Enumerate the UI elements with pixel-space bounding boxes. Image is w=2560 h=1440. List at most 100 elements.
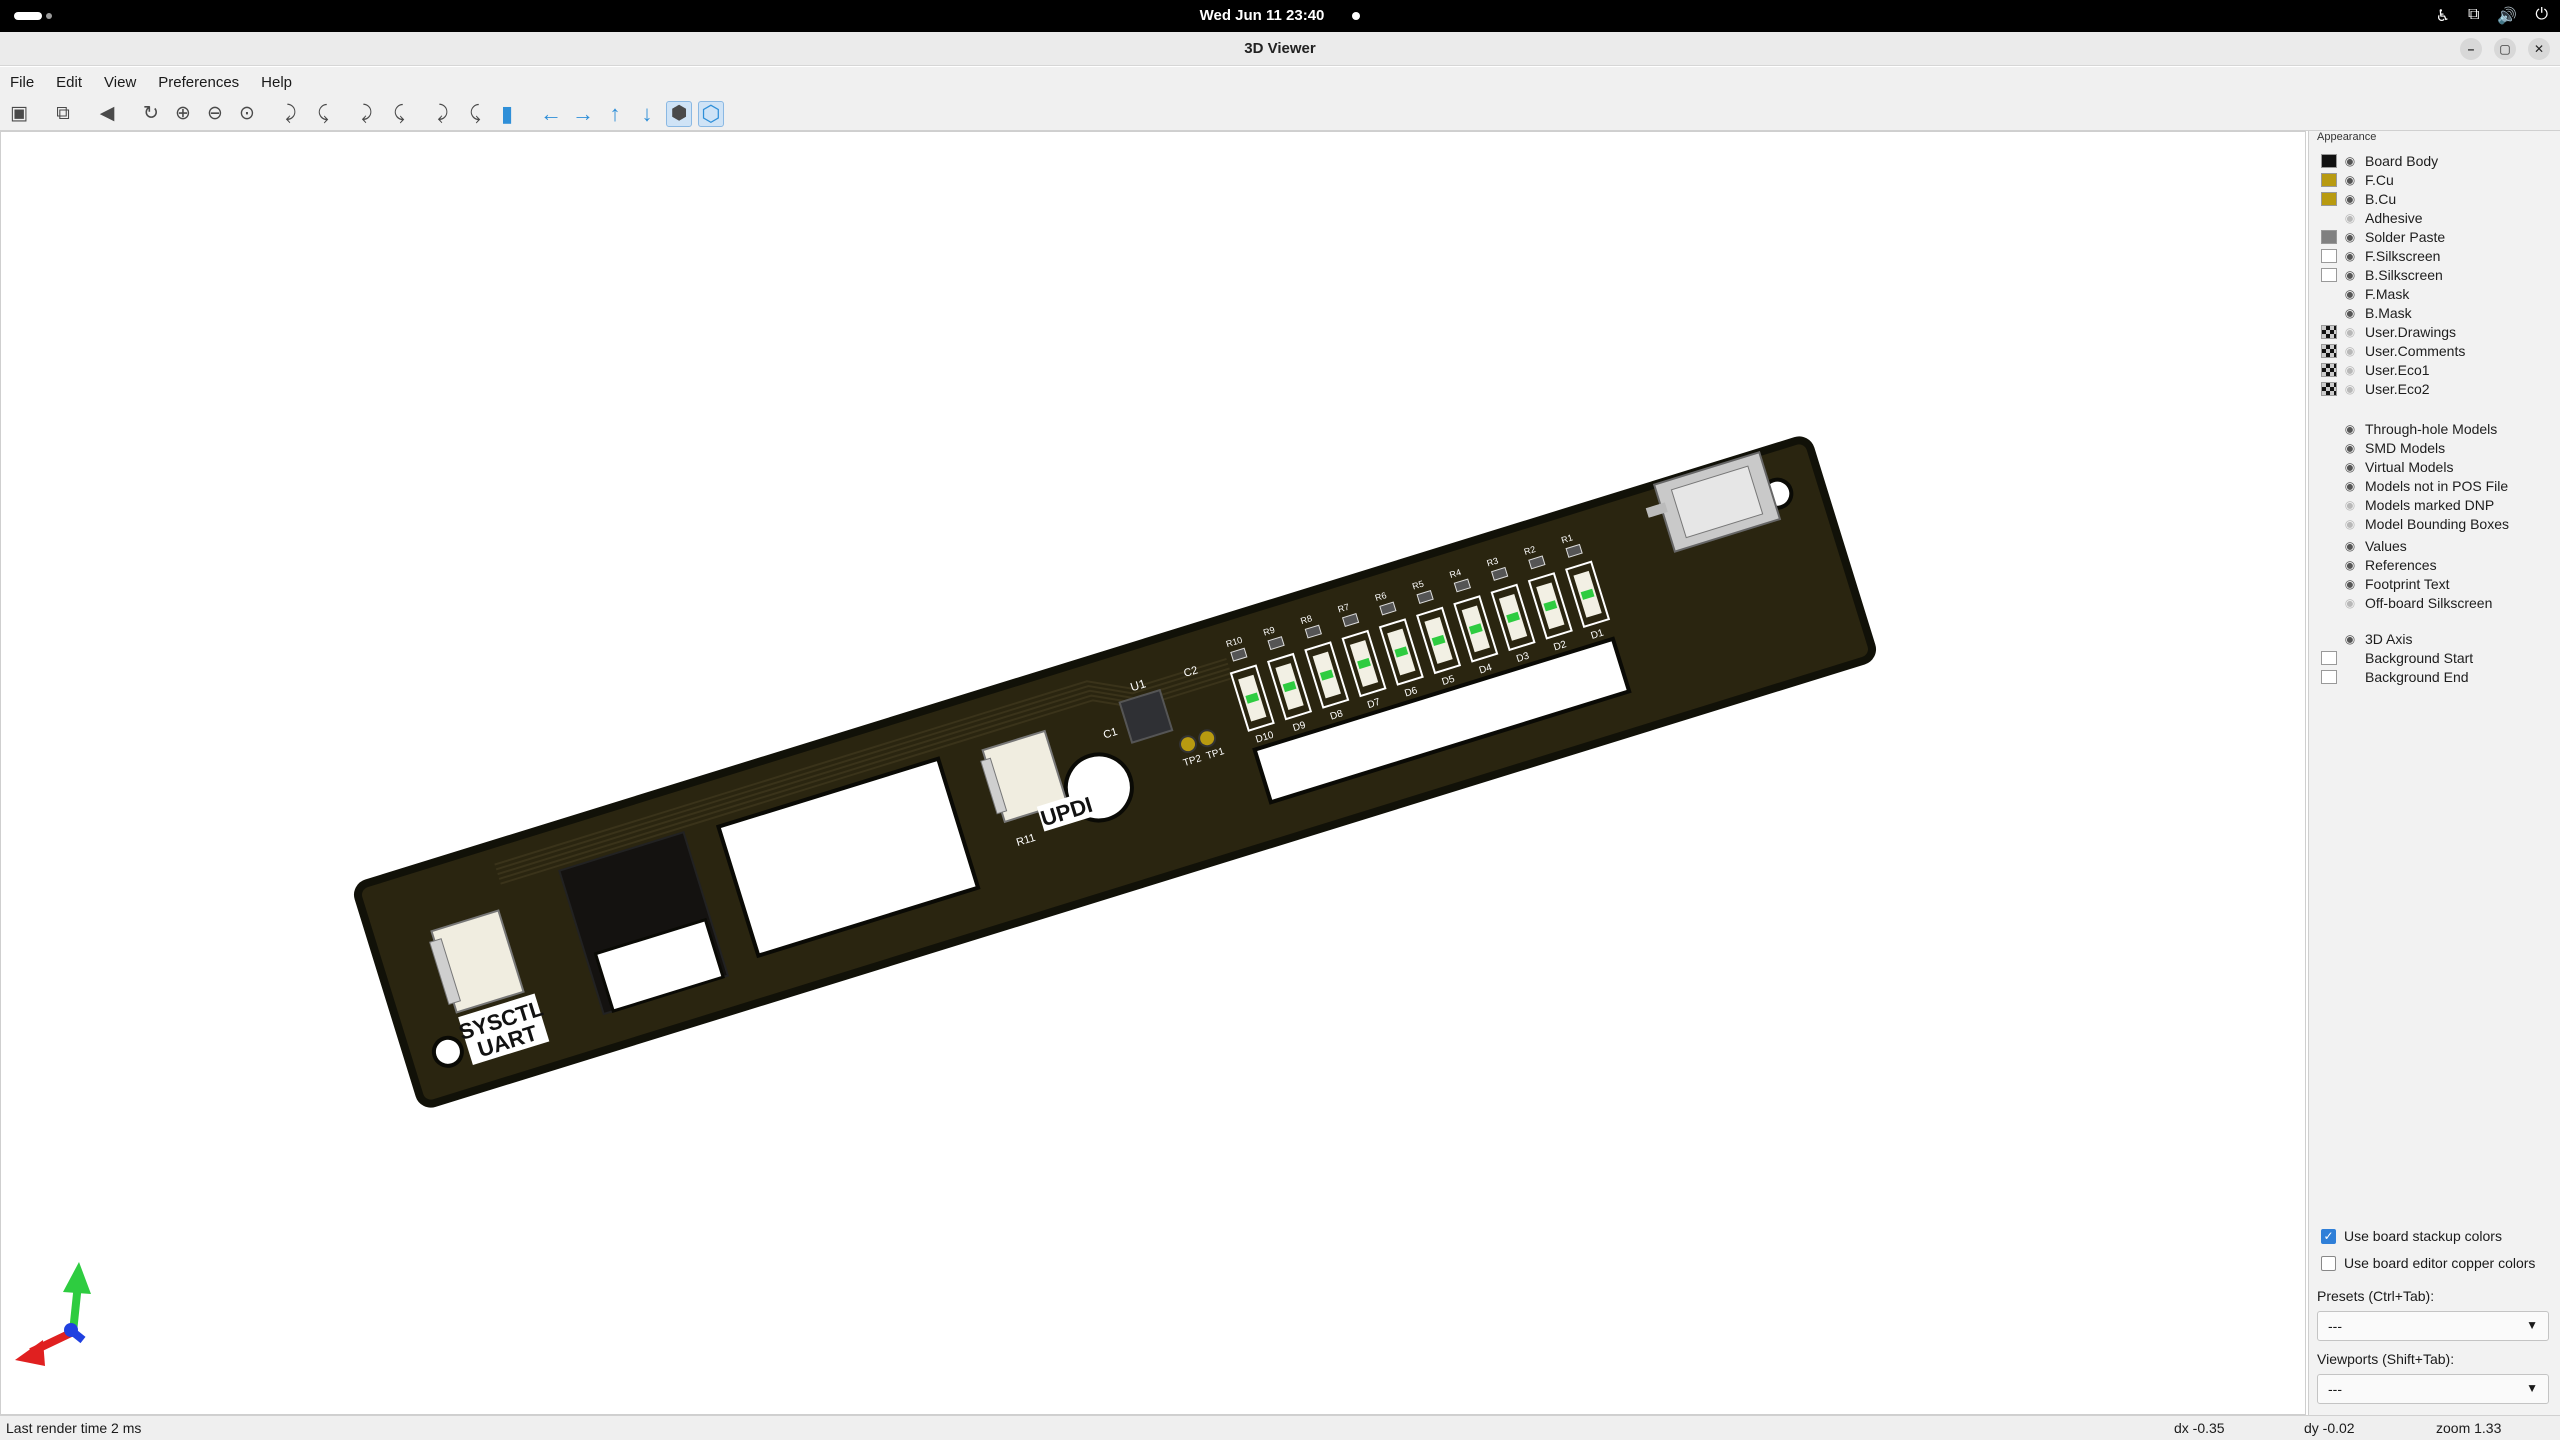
minimize-button[interactable]: – xyxy=(2460,38,2482,60)
eye-icon[interactable]: ◉ xyxy=(2343,596,2357,610)
layer-row-models-marked-dnp[interactable]: ◉ Models marked DNP xyxy=(2321,495,2494,514)
layer-row-f-silkscreen[interactable]: ◉ F.Silkscreen xyxy=(2321,246,2440,265)
eye-icon[interactable]: ◉ xyxy=(2343,306,2357,320)
layer-row-footprint-text[interactable]: ◉ Footprint Text xyxy=(2321,574,2450,593)
layer-row-b-silkscreen[interactable]: ◉ B.Silkscreen xyxy=(2321,265,2443,284)
eye-icon[interactable]: ◉ xyxy=(2343,517,2357,531)
use-stackup-colors-row[interactable]: ✓ Use board stackup colors xyxy=(2321,1228,2502,1244)
layer-row-model-bounding-boxes[interactable]: ◉ Model Bounding Boxes xyxy=(2321,514,2509,533)
eye-icon[interactable]: ◉ xyxy=(2343,422,2357,436)
zoom-in-icon[interactable]: ⊕ xyxy=(170,101,196,127)
menu-preferences[interactable]: Preferences xyxy=(158,74,239,91)
copy-icon[interactable]: ⧉ xyxy=(50,101,76,127)
eye-icon[interactable]: ◉ xyxy=(2343,539,2357,553)
layer-row-smd-models[interactable]: ◉ SMD Models xyxy=(2321,438,2445,457)
volume-icon[interactable]: 🔊 xyxy=(2497,6,2517,26)
color-swatch[interactable] xyxy=(2321,324,2337,339)
viewports-dropdown[interactable]: --- ▼ xyxy=(2317,1374,2549,1404)
eye-icon[interactable]: ◉ xyxy=(2343,632,2357,646)
reload-icon[interactable]: ↻ xyxy=(138,101,164,127)
menu-file[interactable]: File xyxy=(10,74,34,91)
move-up-icon[interactable]: ↑ xyxy=(602,101,628,127)
zoom-fit-icon[interactable]: ⊙ xyxy=(234,101,260,127)
eye-icon[interactable]: ◉ xyxy=(2343,558,2357,572)
move-down-icon[interactable]: ↓ xyxy=(634,101,660,127)
accessibility-icon[interactable]: ♿ xyxy=(2436,6,2450,26)
eye-icon[interactable]: ◉ xyxy=(2343,344,2357,358)
layer-row-through-hole-models[interactable]: ◉ Through-hole Models xyxy=(2321,419,2498,438)
eye-icon[interactable]: ◉ xyxy=(2343,192,2357,206)
move-left-icon[interactable]: ← xyxy=(538,101,564,127)
use-stackup-colors-checkbox[interactable]: ✓ xyxy=(2321,1228,2336,1244)
eye-icon[interactable]: ◉ xyxy=(2343,460,2357,474)
export-image-icon[interactable]: ▣ xyxy=(6,101,32,127)
layer-row-user-eco2[interactable]: ◉ User.Eco2 xyxy=(2321,379,2430,398)
clock[interactable]: Wed Jun 11 23:40 xyxy=(0,7,2560,24)
menu-help[interactable]: Help xyxy=(261,74,292,91)
network-icon[interactable]: ⧉ xyxy=(2468,6,2479,26)
eye-icon[interactable]: ◉ xyxy=(2343,268,2357,282)
color-swatch[interactable] xyxy=(2321,172,2337,187)
layer-row-b-cu[interactable]: ◉ B.Cu xyxy=(2321,189,2396,208)
eye-icon[interactable]: ◉ xyxy=(2343,287,2357,301)
eye-icon[interactable]: ◉ xyxy=(2343,441,2357,455)
maximize-button[interactable]: ▢ xyxy=(2494,38,2516,60)
color-swatch[interactable] xyxy=(2321,669,2337,684)
move-right-icon[interactable]: → xyxy=(570,101,596,127)
3d-canvas[interactable]: SYSCTL UART UPDI R11 U1 C1 C2 TP2 TP1 D1… xyxy=(0,131,2306,1415)
layer-row-user-drawings[interactable]: ◉ User.Drawings xyxy=(2321,322,2456,341)
use-copper-colors-checkbox[interactable] xyxy=(2321,1255,2336,1271)
layer-row-f-cu[interactable]: ◉ F.Cu xyxy=(2321,170,2394,189)
layer-row-off-board-silkscreen[interactable]: ◉ Off-board Silkscreen xyxy=(2321,593,2493,612)
layer-row-solder-paste[interactable]: ◉ Solder Paste xyxy=(2321,227,2445,246)
use-copper-colors-row[interactable]: Use board editor copper colors xyxy=(2321,1255,2535,1271)
color-swatch[interactable] xyxy=(2321,343,2337,358)
layer-row-user-eco1[interactable]: ◉ User.Eco1 xyxy=(2321,360,2430,379)
layer-row-models-not-in-pos-file[interactable]: ◉ Models not in POS File xyxy=(2321,476,2508,495)
eye-icon[interactable]: ◉ xyxy=(2343,325,2357,339)
rotate-x-ccw-icon[interactable]: ⤹ xyxy=(310,101,336,127)
raytrace-icon[interactable]: ◀ xyxy=(94,101,120,127)
close-button[interactable]: ✕ xyxy=(2528,38,2550,60)
layer-row-background-end[interactable]: Background End xyxy=(2321,667,2469,686)
layer-row-b-mask[interactable]: ◉ B.Mask xyxy=(2321,303,2412,322)
color-swatch[interactable] xyxy=(2321,362,2337,377)
eye-icon[interactable]: ◉ xyxy=(2343,154,2357,168)
color-swatch[interactable] xyxy=(2321,267,2337,282)
layer-row-user-comments[interactable]: ◉ User.Comments xyxy=(2321,341,2465,360)
eye-icon[interactable]: ◉ xyxy=(2343,382,2357,396)
eye-icon[interactable]: ◉ xyxy=(2343,577,2357,591)
layer-row-values[interactable]: ◉ Values xyxy=(2321,536,2407,555)
presets-dropdown[interactable]: --- ▼ xyxy=(2317,1311,2549,1341)
layer-row-background-start[interactable]: Background Start xyxy=(2321,648,2473,667)
layer-row-references[interactable]: ◉ References xyxy=(2321,555,2437,574)
eye-icon[interactable]: ◉ xyxy=(2343,363,2357,377)
rotate-y-cw-icon[interactable]: ⤸ xyxy=(354,101,380,127)
rotate-x-cw-icon[interactable]: ⤸ xyxy=(278,101,304,127)
rotate-y-ccw-icon[interactable]: ⤹ xyxy=(386,101,412,127)
zoom-out-icon[interactable]: ⊖ xyxy=(202,101,228,127)
layer-row-3d-axis[interactable]: ◉ 3D Axis xyxy=(2321,629,2413,648)
color-swatch[interactable] xyxy=(2321,229,2337,244)
menu-view[interactable]: View xyxy=(104,74,136,91)
color-swatch[interactable] xyxy=(2321,248,2337,263)
eye-icon[interactable]: ◉ xyxy=(2343,249,2357,263)
eye-icon[interactable]: ◉ xyxy=(2343,498,2357,512)
color-swatch[interactable] xyxy=(2321,650,2337,665)
rotate-z-ccw-icon[interactable]: ⤹ xyxy=(462,101,488,127)
flip-board-icon[interactable]: ▮ xyxy=(494,101,520,127)
eye-icon[interactable]: ◉ xyxy=(2343,173,2357,187)
system-tray[interactable]: ♿ ⧉ 🔊 ⏻ xyxy=(2436,6,2548,26)
layer-row-adhesive[interactable]: ◉ Adhesive xyxy=(2321,208,2423,227)
eye-icon[interactable]: ◉ xyxy=(2343,230,2357,244)
color-swatch[interactable] xyxy=(2321,153,2337,168)
layer-row-board-body[interactable]: ◉ Board Body xyxy=(2321,151,2438,170)
color-swatch[interactable] xyxy=(2321,381,2337,396)
color-swatch[interactable] xyxy=(2321,191,2337,206)
layers-manager-icon[interactable]: ⬡ xyxy=(698,100,724,127)
eye-icon[interactable]: ◉ xyxy=(2343,479,2357,493)
menu-edit[interactable]: Edit xyxy=(56,74,82,91)
power-icon[interactable]: ⏻ xyxy=(2535,6,2548,26)
layer-row-f-mask[interactable]: ◉ F.Mask xyxy=(2321,284,2410,303)
orthographic-icon[interactable]: ⬢ xyxy=(666,100,692,127)
